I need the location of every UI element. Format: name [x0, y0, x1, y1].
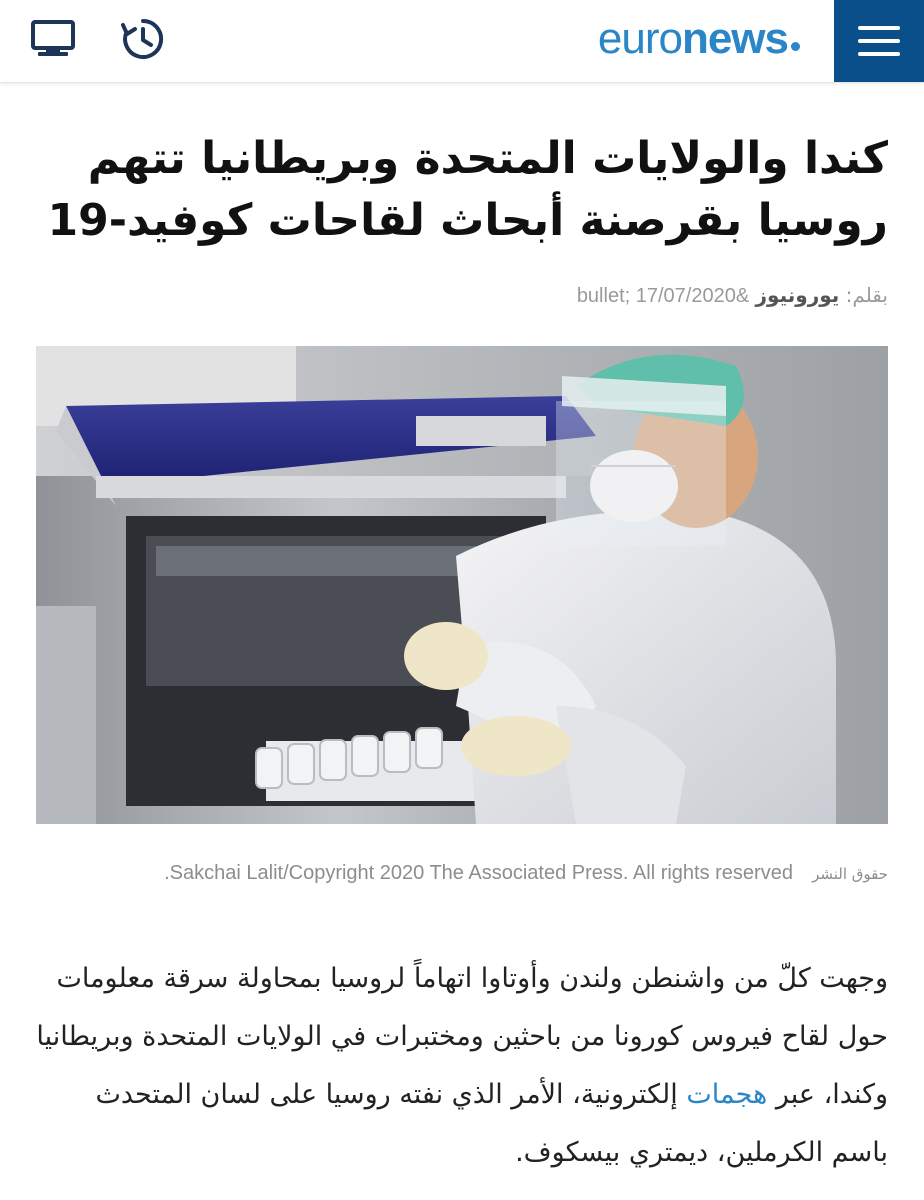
menu-line — [858, 26, 900, 30]
article-body-paragraph: وجهت كلّ من واشنطن ولندن وأوتاوا اتهاماً… — [36, 950, 888, 1182]
byline-prefix: بقلم: — [845, 283, 888, 307]
euronews-logo[interactable]: euro news — [598, 14, 800, 64]
history-clock-icon[interactable] — [118, 14, 168, 64]
body-text-part2: إلكترونية، الأمر الذي نفته روسيا على لسا… — [95, 1079, 888, 1168]
menu-line — [858, 52, 900, 56]
byline-date: &bullet; 17/07/2020 — [576, 285, 750, 307]
tv-icon[interactable] — [28, 14, 78, 64]
top-bar: euro news — [0, 0, 924, 83]
logo-news: news — [681, 14, 789, 63]
menu-line — [858, 39, 900, 43]
image-rights-label: حقوق النشر — [812, 865, 888, 883]
byline: بقلم: يورونيوز &bullet; 17/07/2020 — [36, 283, 888, 308]
logo-euro: euro — [597, 14, 683, 63]
hamburger-menu-icon[interactable] — [834, 0, 924, 82]
body-link-attacks[interactable]: هجمات — [686, 1079, 767, 1110]
article-title: كندا والولايات المتحدة وبريطانيا تتهم رو… — [47, 133, 889, 246]
image-credit: Sakchai Lalit/Copyright 2020 The Associa… — [164, 862, 793, 884]
image-caption: حقوق النشر Sakchai Lalit/Copyright 2020 … — [36, 862, 888, 885]
byline-author[interactable]: يورونيوز — [756, 283, 840, 307]
logo-dot — [791, 41, 800, 51]
article-photo[interactable] — [36, 346, 888, 824]
